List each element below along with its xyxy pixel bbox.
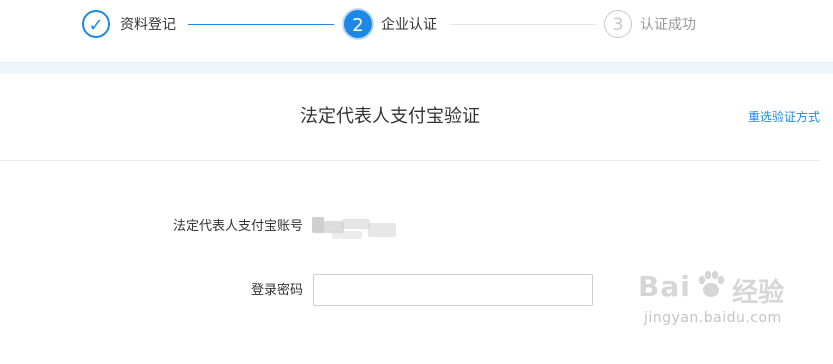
section-divider-band — [0, 62, 833, 74]
account-label: 法定代表人支付宝账号 — [172, 219, 303, 234]
paw-icon — [698, 270, 725, 297]
page-title: 法定代表人支付宝验证 — [300, 106, 480, 127]
card-header: 法定代表人支付宝验证 重选验证方式 — [0, 74, 820, 161]
masked-account-value — [312, 215, 398, 241]
password-label: 登录密码 — [250, 283, 303, 298]
progress-stepper: ✓ 资料登记 2 企业认证 3 认证成功 — [0, 0, 833, 62]
step-connector-1 — [188, 24, 334, 25]
step-2-number: 2 — [344, 10, 372, 38]
reselect-method-link[interactable]: 重选验证方式 — [748, 109, 820, 125]
watermark-brand: Bai — [638, 270, 691, 303]
step-1-check-icon: ✓ — [82, 10, 110, 38]
step-3-label: 认证成功 — [640, 17, 696, 33]
step-1-label: 资料登记 — [120, 17, 176, 33]
step-2-label: 企业认证 — [381, 17, 437, 33]
watermark-url: jingyan.baidu.com — [644, 310, 782, 326]
watermark-brand-suffix: 经验 — [732, 278, 785, 308]
baidu-jingyan-watermark: Bai 经验 jingyan.baidu.com — [632, 262, 832, 362]
step-connector-2 — [450, 24, 596, 25]
step-3-number: 3 — [604, 10, 632, 38]
password-input[interactable] — [313, 274, 593, 306]
